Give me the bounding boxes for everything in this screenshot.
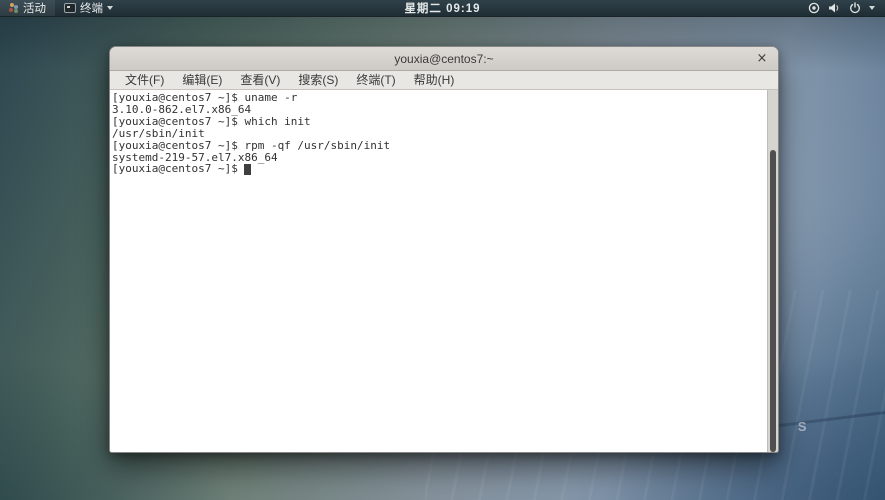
app-menu-label: 终端 xyxy=(80,0,103,16)
terminal-cursor xyxy=(244,164,251,175)
distro-logo-icon xyxy=(9,3,19,13)
orientation-lock-icon xyxy=(808,2,820,14)
terminal-app-icon xyxy=(64,3,76,13)
clock[interactable]: 星期二 09:19 xyxy=(0,0,885,16)
app-menu-terminal[interactable]: 终端 xyxy=(55,0,122,16)
window-title: youxia@centos7:~ xyxy=(394,52,493,66)
close-button[interactable]: × xyxy=(752,47,772,70)
terminal-output: [youxia@centos7 ~]$ uname -r3.10.0-862.e… xyxy=(112,92,762,163)
menu-item[interactable]: 编辑(E) xyxy=(173,70,231,90)
volume-icon xyxy=(828,2,841,14)
menu-item[interactable]: 终端(T) xyxy=(347,70,404,90)
system-status-area[interactable] xyxy=(798,0,885,16)
terminal-prompt: [youxia@centos7 ~]$ xyxy=(112,162,244,175)
menu-item[interactable]: 文件(F) xyxy=(116,70,173,90)
desktop: O S 活动 终端 星期二 09:19 xyxy=(0,0,885,500)
power-icon xyxy=(849,2,861,14)
menu-bar: 文件(F)编辑(E)查看(V)搜索(S)终端(T)帮助(H) xyxy=(110,71,778,90)
top-panel: 活动 终端 星期二 09:19 xyxy=(0,0,885,17)
window-titlebar[interactable]: youxia@centos7:~ × xyxy=(110,47,778,71)
terminal-output-line: /usr/sbin/init xyxy=(112,128,762,140)
activities-label: 活动 xyxy=(23,0,46,16)
terminal-output-line: [youxia@centos7 ~]$ which init xyxy=(112,116,762,128)
menu-item[interactable]: 帮助(H) xyxy=(405,70,464,90)
top-panel-left: 活动 终端 xyxy=(0,0,122,16)
terminal-content[interactable]: [youxia@centos7 ~]$ uname -r3.10.0-862.e… xyxy=(110,90,778,452)
terminal-window: youxia@centos7:~ × 文件(F)编辑(E)查看(V)搜索(S)终… xyxy=(109,46,779,453)
scrollbar-thumb[interactable] xyxy=(770,150,776,452)
scrollbar-track[interactable] xyxy=(767,90,778,452)
activities-button[interactable]: 活动 xyxy=(0,0,55,16)
menu-item[interactable]: 搜索(S) xyxy=(289,70,347,90)
chevron-down-icon xyxy=(869,6,875,10)
menu-item[interactable]: 查看(V) xyxy=(231,70,289,90)
chevron-down-icon xyxy=(107,6,113,10)
terminal-prompt-line: [youxia@centos7 ~]$ xyxy=(112,163,762,175)
terminal-output-line: [youxia@centos7 ~]$ rpm -qf /usr/sbin/in… xyxy=(112,140,762,152)
